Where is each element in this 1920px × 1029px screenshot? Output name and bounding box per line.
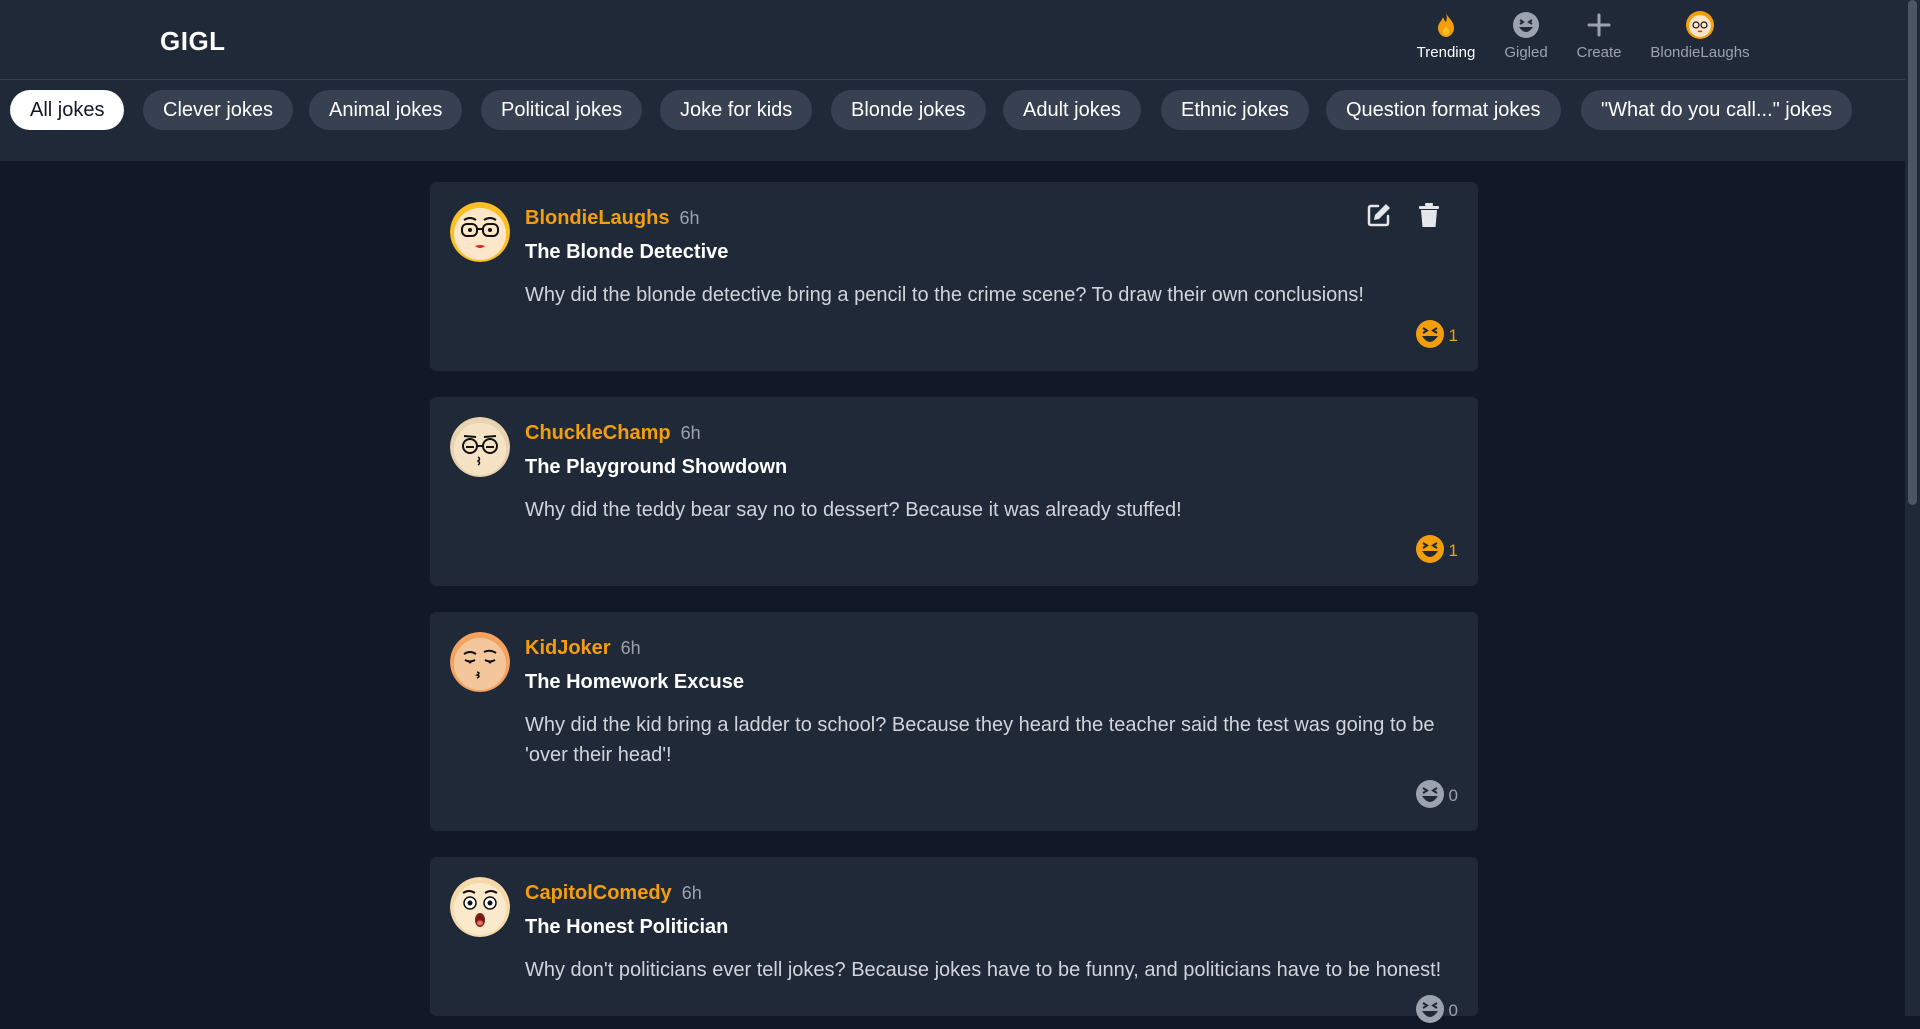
gigl-reaction[interactable]: 1 xyxy=(1415,534,1458,569)
laugh-face-icon xyxy=(1415,779,1445,814)
nav-create[interactable]: Create xyxy=(1554,10,1644,61)
gigl-count: 1 xyxy=(1448,541,1458,560)
joke-card: CapitolComedy 6h The Honest Politician Wh… xyxy=(430,857,1478,1023)
plus-icon xyxy=(1584,10,1614,40)
author-name[interactable]: KidJoker 6h xyxy=(525,637,641,660)
scrollbar-thumb[interactable] xyxy=(1908,0,1917,505)
post-time: 6h xyxy=(679,208,700,228)
laugh-face-icon xyxy=(1415,534,1445,569)
gigl-reaction[interactable]: 1 xyxy=(1415,319,1458,354)
filter-all-jokes[interactable]: All jokes xyxy=(10,90,125,130)
joke-body: Why did the teddy bear say no to dessert… xyxy=(525,499,1182,521)
filter-question-format-jokes[interactable]: Question format jokes xyxy=(1326,90,1561,130)
joke-title: The Blonde Detective xyxy=(525,241,729,263)
laugh-face-icon xyxy=(1511,10,1541,40)
gigl-reaction[interactable]: 0 xyxy=(1415,994,1458,1029)
top-bar: GIGL Trending Gigled Create BlondieLaugh… xyxy=(0,0,1905,161)
laugh-face-icon xyxy=(1415,319,1445,354)
filter-jokes-for-kids[interactable]: Joke for kids xyxy=(660,90,813,130)
post-time: 6h xyxy=(681,883,702,903)
user-avatar-icon xyxy=(1685,10,1715,40)
gigl-count: 0 xyxy=(1448,1001,1458,1020)
author-name[interactable]: ChuckleChamp 6h xyxy=(525,422,701,445)
nav-trending[interactable]: Trending xyxy=(1401,10,1491,61)
gigl-count: 1 xyxy=(1448,326,1458,345)
joke-body: Why don't politicians ever tell jokes? B… xyxy=(525,959,1442,981)
joke-card: ChuckleChamp 6h The Playground Showdown W… xyxy=(430,397,1478,586)
filter-animal-jokes[interactable]: Animal jokes xyxy=(309,90,463,130)
delete-icon[interactable] xyxy=(1414,200,1444,230)
filter-political-jokes[interactable]: Political jokes xyxy=(481,90,643,130)
nav-trending-label: Trending xyxy=(1416,44,1476,61)
flame-icon xyxy=(1431,10,1461,40)
joke-title: The Honest Politician xyxy=(525,916,729,938)
page-scrollbar[interactable] xyxy=(1905,0,1920,1016)
nav-profile-label: BlondieLaughs xyxy=(1650,44,1750,61)
filter-adult-jokes[interactable]: Adult jokes xyxy=(1003,90,1141,130)
post-time: 6h xyxy=(680,423,701,443)
woman-glasses-avatar-icon[interactable] xyxy=(450,202,510,262)
joke-body: Why did the kid bring a ladder to school… xyxy=(525,714,1435,766)
gigl-reaction[interactable]: 0 xyxy=(1415,779,1458,814)
category-filter-bar: All jokes Clever jokes Animal jokes Poli… xyxy=(0,80,1905,161)
filter-clever-jokes[interactable]: Clever jokes xyxy=(143,90,294,130)
joke-body: Why did the blonde detective bring a pen… xyxy=(525,284,1364,306)
man-glasses-avatar-icon[interactable] xyxy=(450,417,510,477)
filter-what-do-you-call-jokes[interactable]: "What do you call..." jokes xyxy=(1581,90,1852,130)
laugh-face-icon xyxy=(1415,994,1445,1029)
edit-icon[interactable] xyxy=(1364,200,1394,230)
filter-blonde-jokes[interactable]: Blonde jokes xyxy=(831,90,986,130)
surprised-avatar-icon[interactable] xyxy=(450,877,510,937)
author-name[interactable]: BlondieLaughs 6h xyxy=(525,207,699,230)
nav-profile[interactable]: BlondieLaughs xyxy=(1644,10,1756,61)
joke-card: BlondieLaughs 6h The Blonde Detective Why… xyxy=(430,182,1478,371)
app-logo[interactable]: GIGL xyxy=(160,26,226,57)
nav-create-label: Create xyxy=(1576,44,1622,61)
post-time: 6h xyxy=(620,638,641,658)
header: GIGL Trending Gigled Create BlondieLaugh… xyxy=(0,0,1905,80)
joke-title: The Homework Excuse xyxy=(525,671,744,693)
joke-title: The Playground Showdown xyxy=(525,456,788,478)
author-name[interactable]: CapitolComedy 6h xyxy=(525,882,702,905)
smirk-avatar-icon[interactable] xyxy=(450,632,510,692)
filter-ethnic-jokes[interactable]: Ethnic jokes xyxy=(1161,90,1309,130)
gigl-count: 0 xyxy=(1448,786,1458,805)
joke-card: KidJoker 6h The Homework Excuse Why did t… xyxy=(430,612,1478,831)
